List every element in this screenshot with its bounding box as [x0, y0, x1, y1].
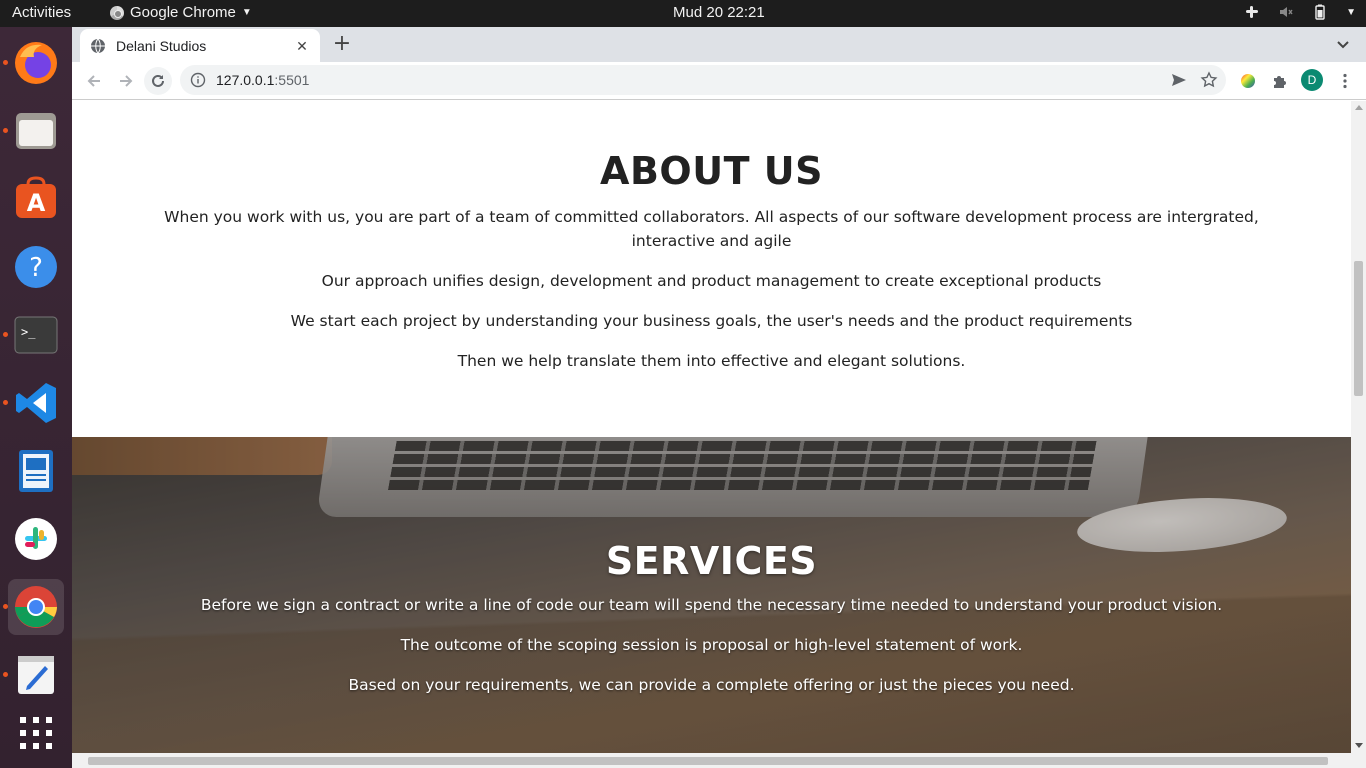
document-viewer-icon: [19, 450, 53, 492]
services-heading: SERVICES: [605, 539, 818, 583]
tab-strip: Delani Studios ✕ +: [72, 27, 1366, 62]
page-viewport[interactable]: ABOUT US When you work with us, you are …: [72, 101, 1351, 753]
extensions-button[interactable]: [1269, 70, 1291, 92]
volume-muted-icon[interactable]: [1278, 4, 1294, 20]
url-host: 127.0.0.1: [216, 72, 275, 88]
chrome-launcher[interactable]: [8, 579, 64, 635]
slack-tray-icon[interactable]: [1244, 4, 1260, 20]
chrome-mini-icon: [110, 5, 124, 20]
terminal-launcher[interactable]: >_: [8, 307, 64, 363]
arrow-right-icon: [120, 75, 133, 87]
about-paragraph: Then we help translate them into effecti…: [457, 352, 966, 370]
system-tray[interactable]: ▼: [1244, 4, 1356, 20]
firefox-icon: [15, 42, 57, 84]
dock: A ? >_: [0, 27, 72, 768]
tab-search-chevron-icon[interactable]: [1334, 35, 1352, 53]
horizontal-scrollbar[interactable]: [72, 753, 1366, 768]
address-bar[interactable]: 127.0.0.1 :5501: [180, 65, 1226, 95]
firefox-launcher[interactable]: [8, 35, 64, 91]
app-menu[interactable]: Google Chrome ▼: [110, 4, 252, 21]
about-section: ABOUT US When you work with us, you are …: [72, 101, 1351, 437]
files-icon: [16, 113, 56, 149]
url-port: :5501: [274, 72, 310, 88]
svg-text:A: A: [27, 189, 46, 217]
reload-button[interactable]: [144, 67, 172, 95]
horizontal-scroll-thumb[interactable]: [88, 757, 1328, 765]
kebab-menu-icon: [1343, 73, 1347, 89]
vertical-scrollbar[interactable]: [1351, 101, 1366, 753]
browser-toolbar: 127.0.0.1 :5501 D: [72, 62, 1366, 100]
browser-window: Delani Studios ✕ + 127.0.0.1 :5501 D ABO…: [72, 27, 1366, 768]
files-launcher[interactable]: [8, 103, 64, 159]
site-info-icon[interactable]: [190, 72, 206, 88]
clock[interactable]: Mud 20 22:21: [673, 4, 765, 21]
services-section: SERVICES Before we sign a contract or wr…: [72, 437, 1351, 753]
software-launcher[interactable]: A: [8, 171, 64, 227]
app-grid-icon: [20, 717, 52, 749]
vscode-launcher[interactable]: [8, 375, 64, 431]
arrow-left-icon: [87, 75, 100, 87]
send-icon[interactable]: [1170, 71, 1188, 89]
app-menu-label: Google Chrome: [130, 4, 236, 21]
star-icon[interactable]: [1200, 71, 1218, 89]
new-tab-button[interactable]: +: [330, 33, 354, 57]
text-editor-launcher[interactable]: [8, 647, 64, 703]
caret-down-icon: ▼: [241, 7, 252, 18]
services-paragraph: Based on your requirements, we can provi…: [348, 676, 1075, 694]
vscode-icon: [16, 383, 56, 423]
about-paragraph: When you work with us, you are part of a…: [164, 208, 1259, 250]
scroll-up-arrow-icon[interactable]: [1355, 105, 1363, 110]
svg-text:>_: >_: [21, 325, 36, 339]
terminal-icon: >_: [14, 316, 58, 354]
svg-text:?: ?: [29, 253, 43, 283]
text-editor-icon: [18, 656, 54, 694]
vertical-scroll-thumb[interactable]: [1354, 261, 1363, 396]
battery-icon[interactable]: [1312, 4, 1328, 20]
services-paragraph: Before we sign a contract or write a lin…: [200, 596, 1223, 614]
document-viewer-launcher[interactable]: [8, 443, 64, 499]
help-icon: ?: [15, 246, 57, 288]
puzzle-icon: [1274, 76, 1286, 88]
activities-button[interactable]: Activities: [12, 4, 71, 21]
about-heading: ABOUT US: [600, 149, 823, 193]
back-button[interactable]: [80, 67, 108, 95]
forward-button[interactable]: [112, 67, 140, 95]
chrome-menu-button[interactable]: [1334, 70, 1356, 92]
scroll-down-arrow-icon[interactable]: [1355, 743, 1363, 748]
chrome-icon: [15, 586, 57, 628]
about-paragraph: We start each project by understanding y…: [290, 312, 1133, 330]
help-launcher[interactable]: ?: [8, 239, 64, 295]
slack-icon: [15, 518, 57, 560]
slack-launcher[interactable]: [8, 511, 64, 567]
about-paragraph: Our approach unifies design, development…: [321, 272, 1102, 290]
tab-title: Delani Studios: [116, 37, 207, 54]
reload-icon: [152, 74, 164, 87]
services-paragraph: The outcome of the scoping session is pr…: [400, 636, 1023, 654]
tab-close-icon[interactable]: ✕: [294, 38, 310, 54]
system-top-bar: Activities Google Chrome ▼ Mud 20 22:21 …: [0, 0, 1366, 27]
globe-icon: [91, 38, 105, 53]
show-applications-button[interactable]: [8, 705, 64, 761]
system-menu-caret-icon[interactable]: ▼: [1346, 7, 1356, 18]
profile-avatar[interactable]: D: [1301, 69, 1323, 91]
color-wheel-icon: [1241, 74, 1255, 88]
software-center-icon: A: [16, 176, 56, 218]
tab-delani-studios[interactable]: Delani Studios ✕: [80, 29, 320, 62]
color-extension-button[interactable]: [1237, 70, 1259, 92]
